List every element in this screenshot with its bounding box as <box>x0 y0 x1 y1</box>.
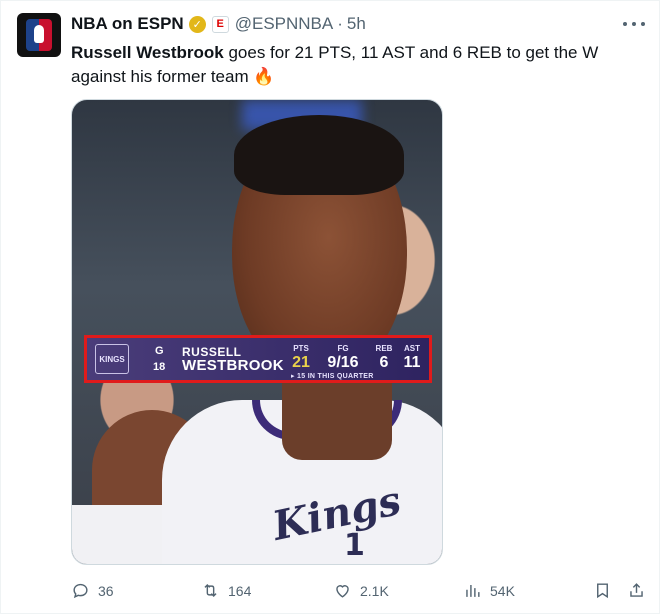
separator: · <box>337 14 343 33</box>
player-hair <box>234 115 404 195</box>
stat-ast: AST 11 <box>399 344 425 372</box>
stat-reb: REB 6 <box>371 344 397 372</box>
player-name: Russell Westbrook <box>71 43 224 62</box>
stat-label: FG <box>337 344 349 353</box>
player-number: 18 <box>153 361 166 373</box>
stat-value: 11 <box>403 354 421 371</box>
reply-button[interactable]: 36 <box>71 581 114 600</box>
repost-icon <box>204 583 217 598</box>
stat-label: AST <box>404 344 420 353</box>
player-scorebug: KINGS G 18 RUSSELL WESTBROOK PTS 21 FG 9… <box>84 335 432 383</box>
tweet-header: NBA on ESPN ✓ E @ESPNNBA · 5h <box>71 13 366 35</box>
stat-fg: FG 9/16 <box>323 344 363 372</box>
quarter-note: ▸ 15 IN THIS QUARTER <box>291 373 374 380</box>
nba-logo-icon <box>26 19 52 51</box>
stat-value: 21 <box>292 354 310 371</box>
jersey-number: 1 <box>344 528 365 563</box>
like-icon <box>336 585 349 598</box>
nba-avatar[interactable] <box>17 13 61 57</box>
player-position: G <box>155 345 164 357</box>
stat-value: 6 <box>379 354 389 371</box>
stat-value: 9/16 <box>327 354 359 371</box>
tweet-image[interactable]: Kings 1 KINGS G 18 RUSSELL WESTBROOK PTS… <box>71 99 443 565</box>
kings-logo-icon: KINGS <box>95 344 129 374</box>
stat-pts: PTS 21 <box>287 344 315 372</box>
reply-icon <box>73 583 88 599</box>
fire-emoji: 🔥 <box>253 67 275 86</box>
stat-label: REB <box>375 344 393 353</box>
like-count: 2.1K <box>360 582 389 599</box>
share-button[interactable] <box>627 581 654 600</box>
more-icon[interactable] <box>623 17 645 31</box>
bookmark-button[interactable] <box>593 581 620 600</box>
verified-badge-icon[interactable]: ✓ <box>188 15 206 33</box>
share-icon <box>630 583 643 597</box>
stat-label: PTS <box>293 344 309 353</box>
tweet-text: Russell Westbrook goes for 21 PTS, 11 AS… <box>71 41 646 89</box>
player-last-name: WESTBROOK <box>182 357 284 374</box>
espn-affiliate-icon[interactable]: E <box>211 15 229 33</box>
reply-count: 36 <box>98 582 114 599</box>
like-button[interactable]: 2.1K <box>333 581 389 600</box>
bookmark-icon <box>597 583 608 599</box>
repost-count: 164 <box>228 582 252 599</box>
tweet-card[interactable]: NBA on ESPN ✓ E @ESPNNBA · 5h Russell We… <box>0 0 660 614</box>
views-icon <box>466 584 480 597</box>
timestamp[interactable]: 5h <box>347 14 366 34</box>
views-button[interactable]: 54K <box>463 581 515 600</box>
views-count: 54K <box>490 582 515 599</box>
action-bar: 36 164 2.1K 54K <box>71 581 651 603</box>
account-handle[interactable]: @ESPNNBA <box>235 14 334 34</box>
account-name[interactable]: NBA on ESPN <box>71 14 184 34</box>
repost-button[interactable]: 164 <box>201 581 251 600</box>
